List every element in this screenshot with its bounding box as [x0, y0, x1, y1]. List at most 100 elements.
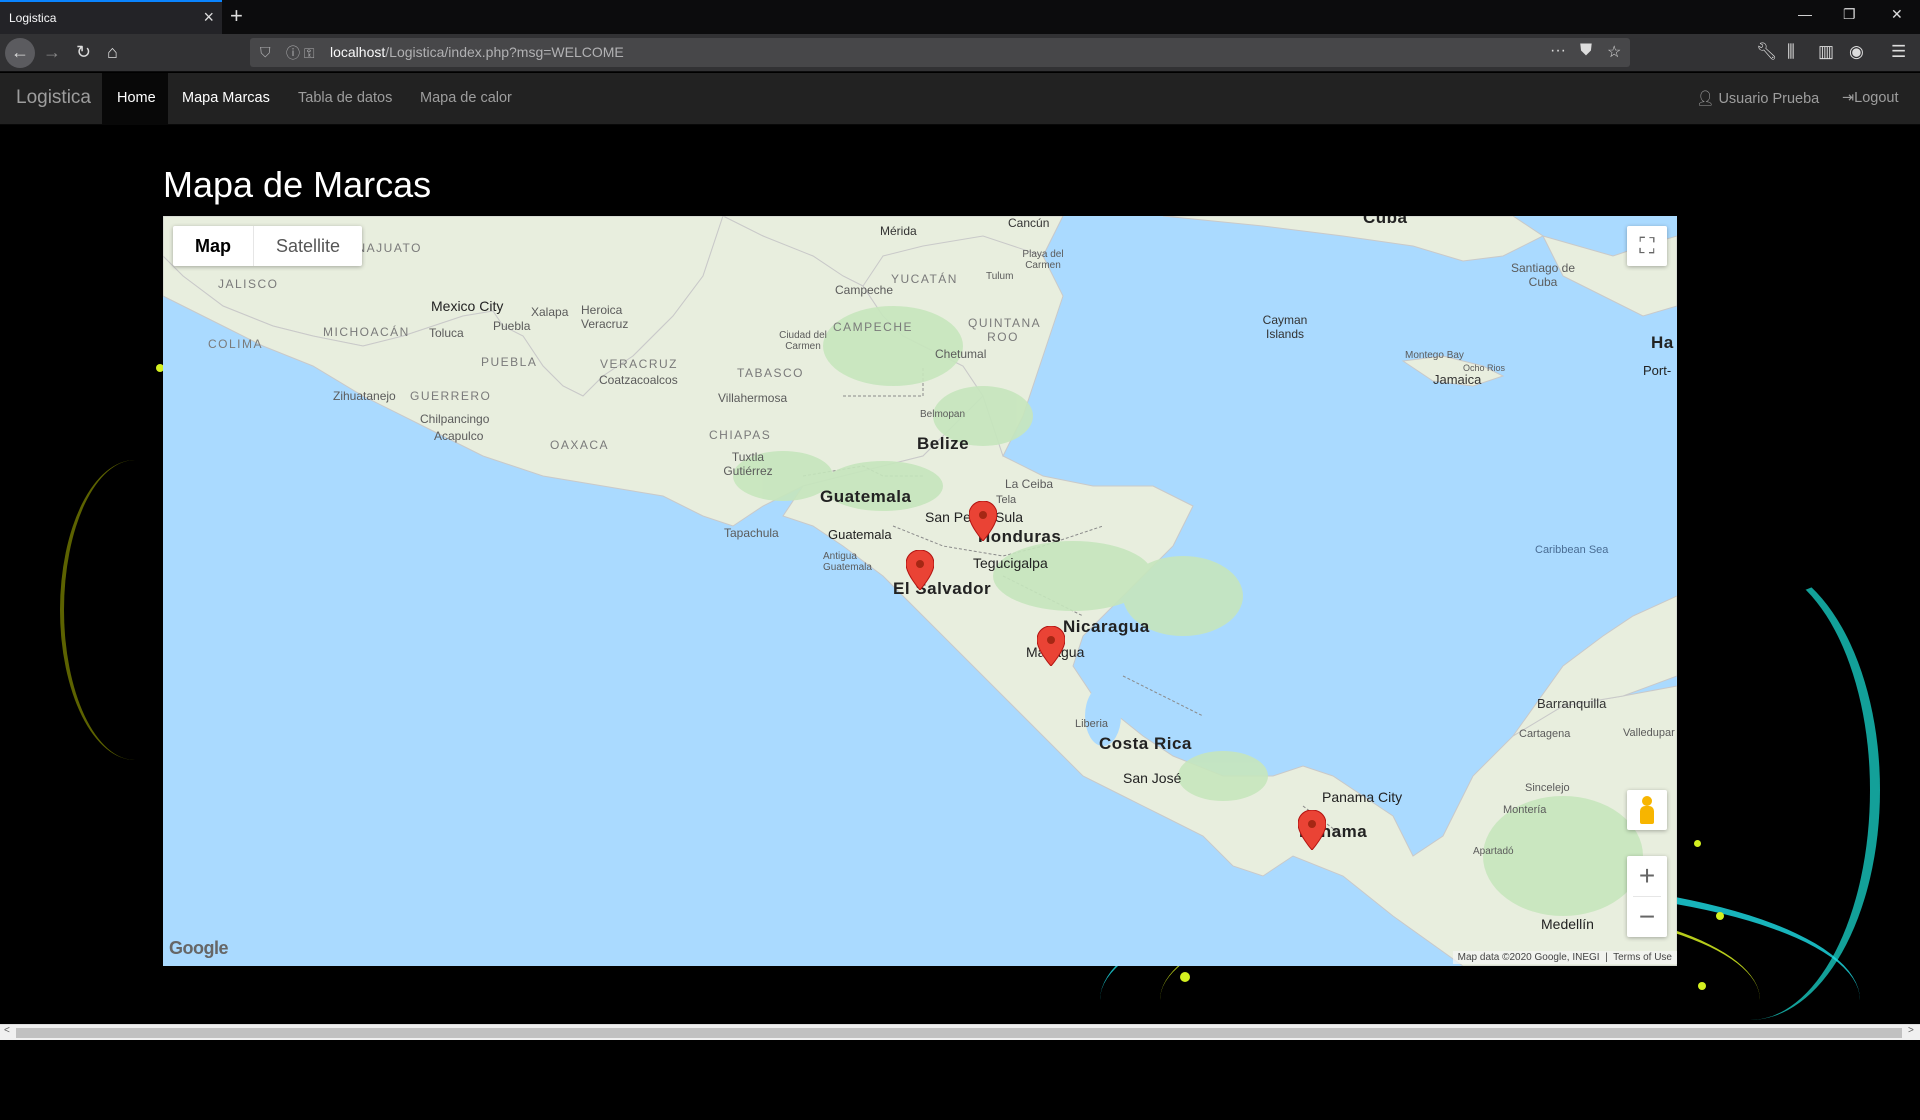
nav-mapa-de-calor[interactable]: Mapa de calor	[420, 90, 512, 106]
map-attribution: Map data ©2020 Google, INEGI | Terms of …	[1452, 951, 1677, 964]
map-marker[interactable]	[1298, 810, 1326, 850]
back-icon[interactable]: ←	[5, 38, 35, 68]
map-label-puebla: Puebla	[493, 319, 531, 333]
scroll-right-icon[interactable]: >	[1908, 1025, 1914, 1036]
home-icon[interactable]: ⌂	[107, 42, 118, 63]
map-marker[interactable]	[1037, 626, 1065, 666]
user-icon: 👤︎	[1696, 91, 1715, 107]
map-label-state: CAMPECHE	[833, 320, 914, 334]
map-label-tela: Tela	[996, 494, 1017, 506]
map-label-coatzacoalcos: Coatzacoalcos	[599, 373, 678, 387]
map-label-xalapa: Xalapa	[531, 305, 569, 319]
map-data-credit: Map data ©2020 Google, INEGI	[1457, 952, 1600, 963]
forward-icon[interactable]: →	[43, 42, 61, 63]
reload-icon[interactable]: ↻	[76, 42, 91, 63]
map-label-cancun: Cancún	[1008, 216, 1050, 230]
wrench-icon[interactable]: 🔧︎	[1756, 42, 1778, 62]
account-icon[interactable]: ◉	[1849, 42, 1864, 62]
map-label-merida: Mérida	[880, 224, 917, 238]
map-type-map-button[interactable]: Map	[173, 226, 254, 266]
map-label-liberia: Liberia	[1075, 718, 1109, 730]
close-tab-icon[interactable]: ×	[203, 7, 214, 28]
library-icon[interactable]: ⫼	[1787, 42, 1795, 62]
shield-icon[interactable]: ⛉	[260, 44, 271, 61]
map-label-cayman-islands: Cayman Islands	[1262, 313, 1308, 341]
map-label-toluca: Toluca	[429, 326, 464, 340]
scroll-left-icon[interactable]: <	[4, 1025, 10, 1036]
map-label-acapulco: Acapulco	[434, 429, 484, 443]
restore-icon[interactable]: ❐	[1843, 6, 1856, 23]
nav-home[interactable]: Home	[102, 73, 168, 124]
browser-toolbar: ← → ↻ ⌂ ⛉ ⓘ ⚿ localhost/Logistica/index.…	[0, 34, 1920, 72]
menu-icon[interactable]: ☰	[1891, 42, 1906, 62]
map-marker[interactable]	[906, 550, 934, 590]
horizontal-scrollbar[interactable]: < >	[0, 1024, 1920, 1040]
user-menu[interactable]: 👤︎ Usuario Prueba	[1696, 90, 1819, 107]
map-label-chilpancingo: Chilpancingo	[420, 412, 490, 426]
minimize-icon[interactable]: —	[1798, 6, 1812, 22]
map-label-santiago-de-cuba: Santiago de Cuba	[1510, 261, 1576, 289]
map-label-ciudad-del-carmen: Ciudad del Carmen	[779, 330, 827, 352]
zoom-out-button[interactable]: −	[1627, 897, 1667, 937]
google-logo[interactable]: Google	[169, 938, 229, 959]
brand-logo[interactable]: Logistica	[16, 87, 91, 109]
logout-link[interactable]: ⇥Logout	[1842, 90, 1899, 106]
map-label-la-ceiba: La Ceiba	[1005, 477, 1054, 491]
map-label-state: YUCATÁN	[891, 272, 958, 286]
page-actions-icon[interactable]: ···	[1550, 42, 1566, 60]
map-marker[interactable]	[969, 501, 997, 541]
user-name: Usuario Prueba	[1718, 91, 1820, 107]
map-label-caribbean-sea: Caribbean Sea	[1535, 544, 1609, 556]
map-label-san-jose: San José	[1123, 770, 1182, 786]
page-title: Mapa de Marcas	[163, 164, 432, 205]
map-label-state: JALISCO	[218, 277, 279, 291]
map-label-nicaragua: Nicaragua	[1063, 617, 1150, 636]
map-label-cartagena: Cartagena	[1519, 728, 1571, 740]
tab-title: Logistica	[9, 11, 57, 25]
map-label-zihuatanejo: Zihuatanejo	[333, 389, 396, 403]
scrollbar-thumb[interactable]	[16, 1028, 1902, 1038]
nav-mapa-marcas[interactable]: Mapa Marcas	[182, 90, 270, 106]
sidebar-icon[interactable]: ▥	[1818, 42, 1834, 62]
map-label-tegucigalpa: Tegucigalpa	[973, 555, 1048, 571]
zoom-in-button[interactable]: +	[1627, 856, 1667, 896]
map-label-belmopan: Belmopan	[920, 409, 966, 420]
background-dot	[1180, 972, 1190, 982]
zoom-control: + −	[1627, 856, 1667, 937]
close-window-icon[interactable]: ✕	[1891, 6, 1903, 23]
map-label-sincelejo: Sincelejo	[1525, 782, 1570, 794]
map-label-chetumal: Chetumal	[935, 347, 987, 361]
map-label-mexico-city: Mexico City	[431, 298, 504, 314]
fullscreen-icon[interactable]: ⛶	[1627, 226, 1667, 266]
info-icon[interactable]: ⓘ ⚿	[286, 43, 315, 63]
site-navbar: Logistica Home Mapa Marcas Tabla de dato…	[0, 73, 1920, 125]
background-dot	[1716, 912, 1724, 920]
map-label-state: CHIAPAS	[709, 428, 772, 442]
terms-of-use-link[interactable]: Terms of Use	[1613, 952, 1672, 963]
map-type-satellite-button[interactable]: Satellite	[254, 226, 362, 266]
bookmark-star-icon[interactable]: ☆	[1607, 42, 1621, 62]
map-label-guatemala-city: Guatemala	[828, 527, 892, 542]
map-label-montego-bay: Montego Bay	[1405, 350, 1464, 361]
new-tab-icon[interactable]: +	[230, 3, 243, 29]
google-map[interactable]: Mérida Cancún Campeche Playa del Carmen …	[163, 216, 1677, 966]
background-dot	[1694, 840, 1701, 847]
map-label-state: MICHOACÁN	[323, 325, 410, 339]
map-label-monteria: Montería	[1503, 804, 1547, 816]
url-bar[interactable]: ⛉ ⓘ ⚿ localhost/Logistica/index.php?msg=…	[250, 38, 1630, 67]
url-text[interactable]: localhost/Logistica/index.php?msg=WELCOM…	[330, 44, 624, 60]
logout-icon: ⇥	[1842, 90, 1855, 106]
map-label-medellin: Medellín	[1541, 916, 1594, 932]
pegman-icon[interactable]	[1627, 790, 1667, 830]
map-label-barranquilla: Barranquilla	[1537, 696, 1607, 711]
map-label-tapachula: Tapachula	[724, 526, 779, 540]
pocket-icon[interactable]: ⛊	[1580, 42, 1592, 60]
nav-tabla-de-datos[interactable]: Tabla de datos	[298, 90, 392, 106]
map-label-cuba: Cuba	[1363, 216, 1408, 227]
map-label-state: PUEBLA	[481, 355, 538, 369]
browser-tab[interactable]: Logistica ×	[0, 0, 222, 34]
map-label-state: GUERRERO	[410, 389, 492, 403]
map-label-guatemala: Guatemala	[820, 487, 912, 506]
map-label-jamaica: Jamaica	[1433, 372, 1482, 387]
map-label-state: VERACRUZ	[600, 357, 679, 371]
